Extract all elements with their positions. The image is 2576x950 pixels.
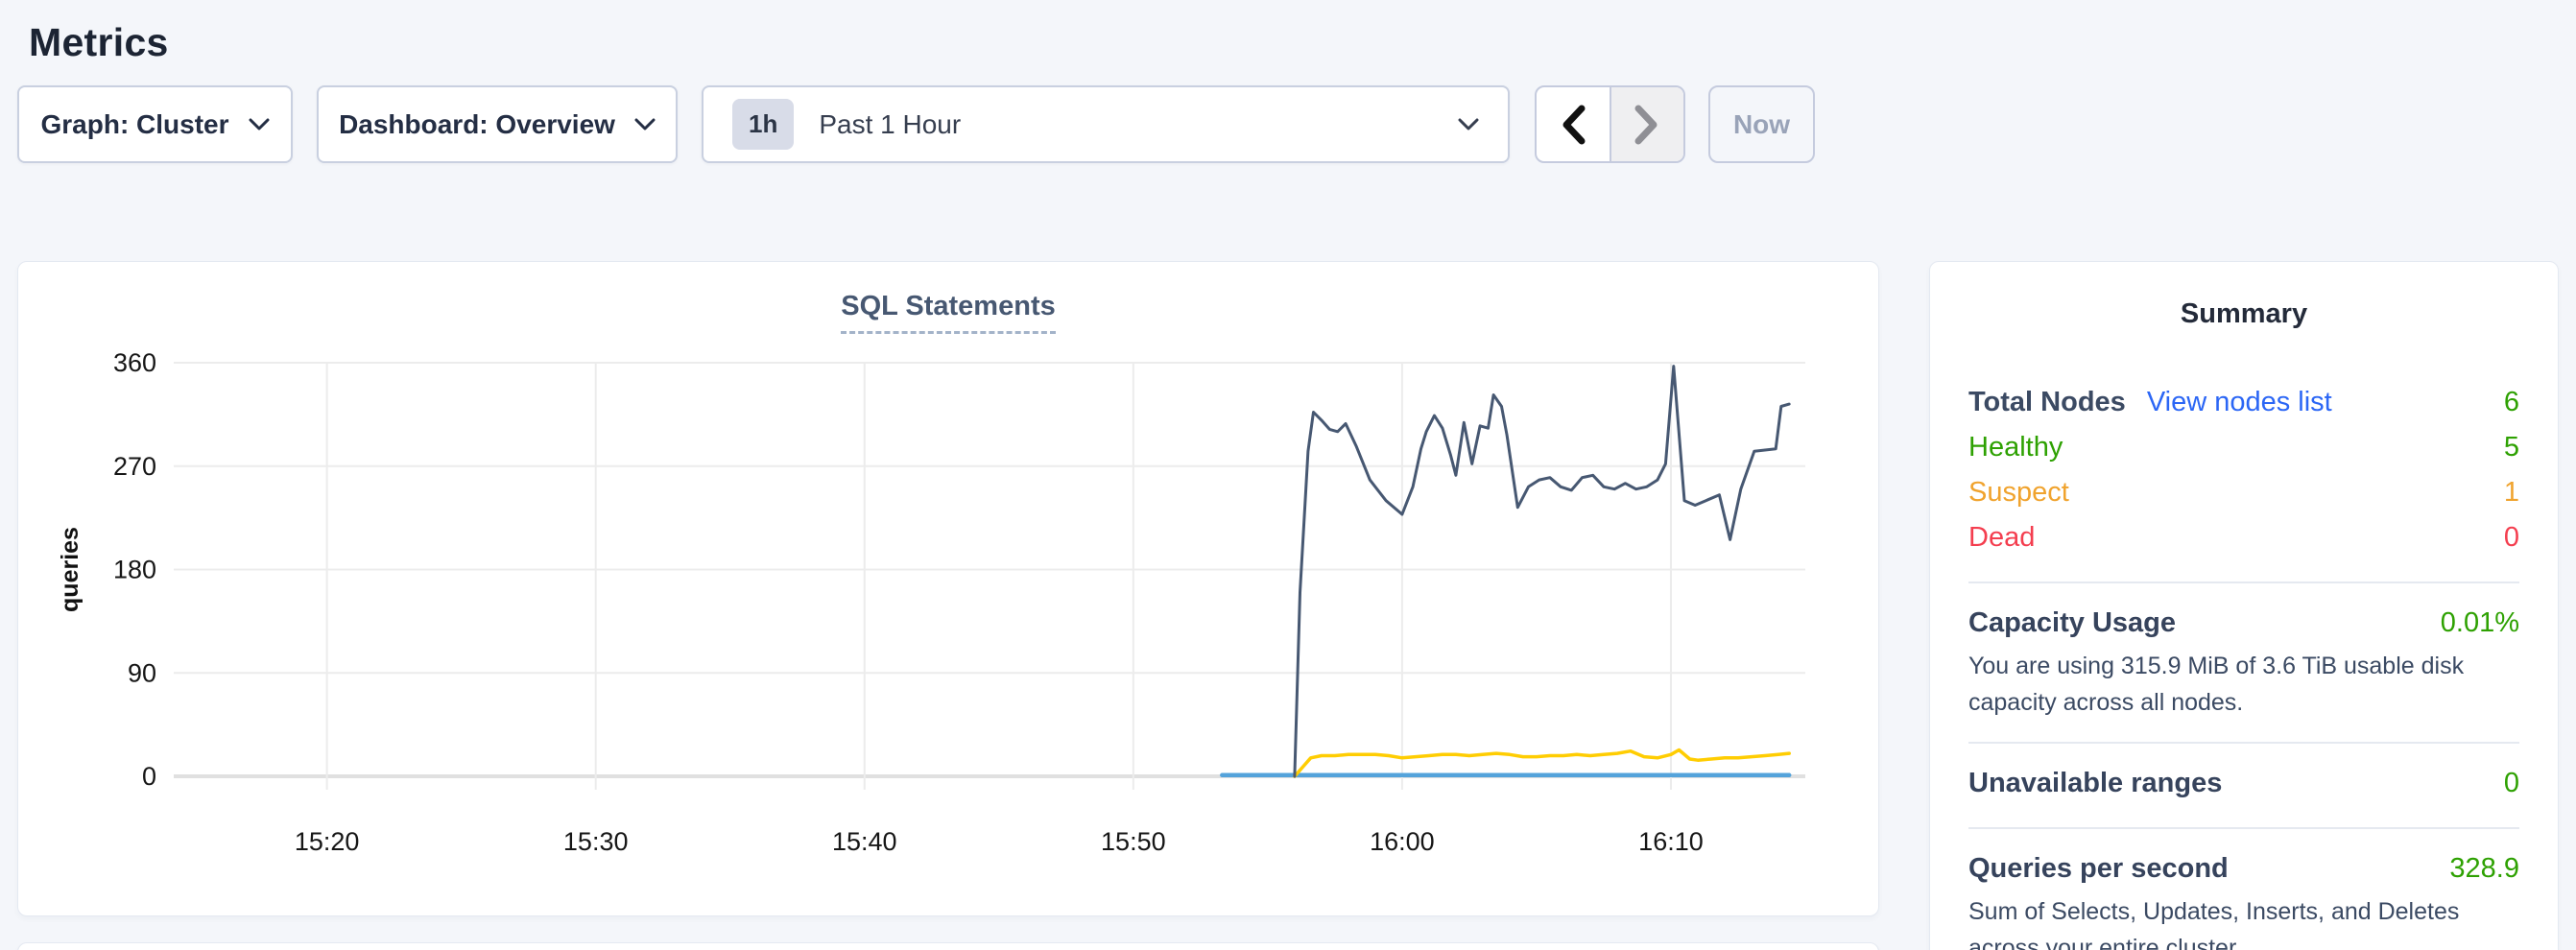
now-button[interactable]: Now [1708, 85, 1815, 163]
svg-text:15:20: 15:20 [295, 827, 360, 856]
chevron-down-icon [249, 118, 270, 131]
chevron-left-icon [1561, 105, 1586, 145]
divider [1968, 582, 2519, 583]
view-nodes-list-link[interactable]: View nodes list [2147, 387, 2332, 418]
chevron-down-icon [1458, 118, 1479, 131]
toolbar: Graph: Cluster Dashboard: Overview 1h Pa… [17, 85, 2551, 163]
sql-statements-chart[interactable]: 15:20 15:30 15:40 15:50 16:00 16:10 0 90 180 270 3… [18, 262, 1878, 915]
total-nodes-value: 6 [2504, 387, 2519, 418]
dashboard-dropdown-label: Dashboard: Overview [339, 109, 615, 140]
graph-dropdown-label: Graph: Cluster [40, 109, 228, 140]
capacity-usage-row: Capacity Usage 0.01% [1968, 601, 2519, 646]
svg-text:16:00: 16:00 [1370, 827, 1435, 856]
capacity-usage-label: Capacity Usage [1968, 607, 2176, 639]
svg-text:360: 360 [113, 348, 156, 377]
capacity-usage-description: You are using 315.9 MiB of 3.6 TiB usabl… [1968, 648, 2519, 721]
divider [1968, 827, 2519, 829]
chevron-right-icon [1634, 105, 1659, 145]
svg-text:270: 270 [113, 452, 156, 481]
svg-text:180: 180 [113, 556, 156, 584]
metrics-page: Metrics Graph: Cluster Dashboard: Overvi… [0, 0, 2576, 950]
svg-text:queries: queries [57, 527, 83, 612]
unavailable-ranges-row: Unavailable ranges 0 [1968, 761, 2519, 806]
prev-time-button[interactable] [1537, 87, 1610, 161]
healthy-nodes-row: Healthy 5 [1968, 425, 2519, 470]
dashboard-dropdown[interactable]: Dashboard: Overview [317, 85, 678, 163]
page-title: Metrics [29, 20, 169, 65]
chevron-down-icon [634, 118, 656, 131]
suspect-label: Suspect [1968, 477, 2069, 509]
time-range-selector[interactable]: 1h Past 1 Hour [702, 85, 1510, 163]
queries-per-second-description: Sum of Selects, Updates, Inserts, and De… [1968, 893, 2519, 950]
queries-per-second-value: 328.9 [2449, 853, 2519, 885]
time-range-badge: 1h [732, 99, 794, 150]
next-chart-card [17, 942, 1879, 950]
healthy-value: 5 [2504, 432, 2519, 463]
svg-text:0: 0 [142, 762, 156, 791]
svg-text:15:40: 15:40 [832, 827, 897, 856]
summary-title: Summary [1968, 298, 2519, 330]
time-range-label: Past 1 Hour [819, 109, 961, 140]
suspect-value: 1 [2504, 477, 2519, 509]
svg-text:90: 90 [128, 658, 156, 687]
svg-text:15:50: 15:50 [1101, 827, 1166, 856]
svg-text:15:30: 15:30 [563, 827, 629, 856]
queries-per-second-row: Queries per second 328.9 [1968, 846, 2519, 891]
unavailable-ranges-value: 0 [2504, 768, 2519, 799]
suspect-nodes-row: Suspect 1 [1968, 470, 2519, 515]
node-status-list: Total Nodes View nodes list 6 Healthy 5 … [1968, 380, 2519, 560]
dead-value: 0 [2504, 522, 2519, 554]
sql-statements-chart-card: SQL Statements 15:2015:3015:4015:5016:00… [17, 261, 1879, 916]
summary-panel: Summary Total Nodes View nodes list 6 He… [1929, 261, 2559, 950]
capacity-usage-value: 0.01% [2441, 607, 2519, 639]
next-time-button[interactable] [1610, 87, 1684, 161]
dead-nodes-row: Dead 0 [1968, 515, 2519, 560]
total-nodes-row: Total Nodes View nodes list 6 [1968, 380, 2519, 425]
dead-label: Dead [1968, 522, 2035, 554]
queries-per-second-label: Queries per second [1968, 853, 2229, 885]
divider [1968, 742, 2519, 744]
time-window-nav [1535, 85, 1685, 163]
graph-dropdown[interactable]: Graph: Cluster [17, 85, 293, 163]
total-nodes-label: Total Nodes [1968, 387, 2126, 418]
healthy-label: Healthy [1968, 432, 2063, 463]
unavailable-ranges-label: Unavailable ranges [1968, 768, 2222, 799]
svg-text:16:10: 16:10 [1638, 827, 1704, 856]
